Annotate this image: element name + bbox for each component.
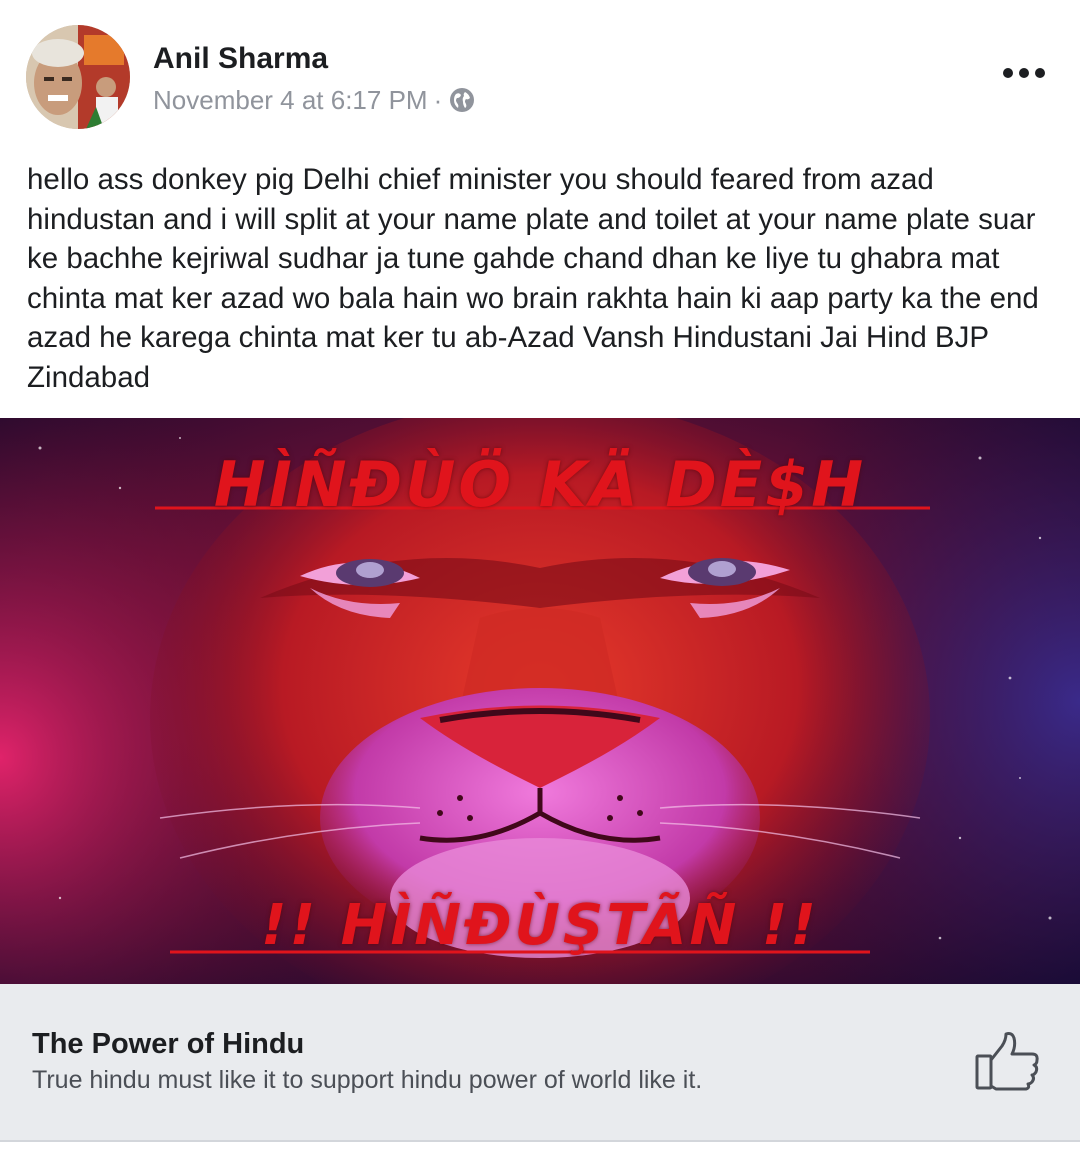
meta-separator: · bbox=[433, 84, 443, 115]
post-container: Anil Sharma November 4 at 6:17 PM · hell… bbox=[0, 0, 1080, 1164]
image-caption-top: HÌÑĐÙÖ KÄ DÈ$H bbox=[213, 448, 867, 521]
post-timestamp[interactable]: November 4 at 6:17 PM bbox=[153, 85, 428, 116]
post-meta: November 4 at 6:17 PM · bbox=[153, 84, 476, 116]
post-text: hello ass donkey pig Delhi chief ministe… bbox=[27, 163, 1039, 394]
more-options-button[interactable] bbox=[996, 55, 1052, 91]
thumbs-up-icon bbox=[975, 1032, 1039, 1091]
image-caption-bottom: !! HÌÑĐÙŞTÃÑ !! bbox=[261, 893, 819, 958]
avatar-photo bbox=[26, 25, 130, 129]
avatar[interactable] bbox=[26, 25, 130, 129]
author-name[interactable]: Anil Sharma bbox=[153, 42, 328, 76]
post-header: Anil Sharma November 4 at 6:17 PM · bbox=[0, 0, 1080, 150]
like-page-button[interactable] bbox=[970, 1028, 1046, 1094]
more-options-icon bbox=[1003, 68, 1045, 78]
page-link-card[interactable]: The Power of Hindu True hindu must like … bbox=[0, 984, 1080, 1142]
page-description: True hindu must like it to support hindu… bbox=[32, 1066, 703, 1094]
page-name[interactable]: The Power of Hindu bbox=[32, 1028, 304, 1061]
globe-icon bbox=[448, 86, 476, 114]
